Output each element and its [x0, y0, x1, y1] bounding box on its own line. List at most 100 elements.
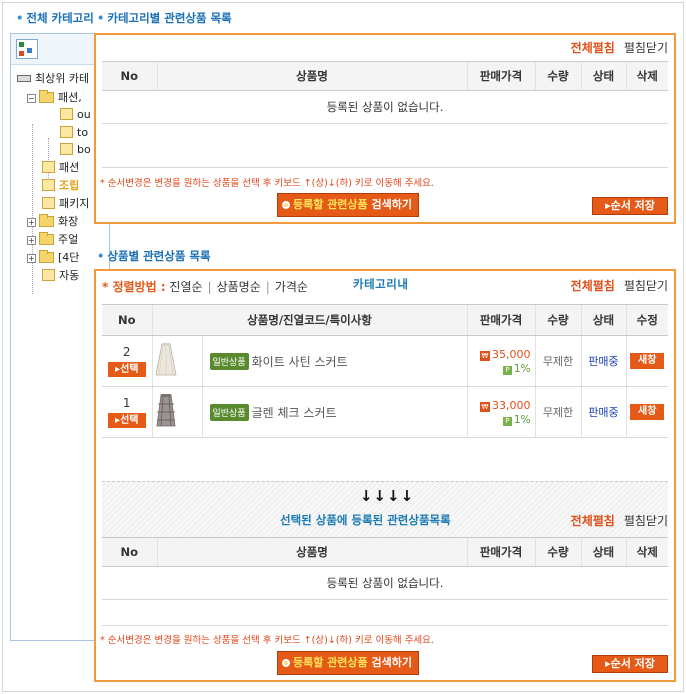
- sort-display-order[interactable]: 진열순: [169, 280, 202, 294]
- close-all-link[interactable]: 펼침닫기: [624, 41, 668, 55]
- tree-item-fashion[interactable]: − 패션,: [27, 89, 82, 107]
- point-rate: P 1%: [469, 414, 531, 426]
- product-thumbnail[interactable]: [151, 386, 202, 438]
- page-icon: [42, 197, 55, 209]
- folder-open-icon: [39, 90, 54, 103]
- won-icon: ₩: [480, 401, 490, 412]
- table-row[interactable]: 1 ▸선택 일반상품 글렌 체크 스커트 ₩33,000 P 1% 무제한 판매중 새창: [102, 386, 668, 438]
- tree-item-assembly[interactable]: 조립: [42, 177, 79, 195]
- close-all-link[interactable]: 펼침닫기: [624, 279, 668, 293]
- col-qty: 수량: [534, 304, 581, 336]
- registered-related-table: No 상품명 판매가격 수량 상태 삭제 등록된 상품이 없습니다.: [102, 537, 668, 600]
- col-no: No: [102, 61, 157, 91]
- expand-icon[interactable]: +: [27, 236, 36, 245]
- tree-root-icon[interactable]: [16, 39, 38, 59]
- category-related-panel: 전체펼침 펼침닫기 No 상품명 판매가격 수량 상태 삭제 등록된 상품이 없습…: [94, 33, 676, 224]
- close-all-link[interactable]: 펼침닫기: [624, 514, 668, 528]
- col-delete: 삭제: [625, 61, 668, 91]
- open-all-link[interactable]: 전체펼침: [571, 279, 615, 293]
- down-arrows-icon: ↓↓↓↓: [359, 487, 415, 505]
- all-category-title[interactable]: • 전체 카테고리: [16, 10, 94, 26]
- tree-item-top[interactable]: to: [60, 124, 88, 142]
- magnifier-icon: [282, 201, 290, 209]
- folder-icon: [39, 214, 54, 227]
- select-button[interactable]: ▸선택: [107, 362, 146, 377]
- folder-icon: [39, 232, 54, 245]
- won-icon: ₩: [480, 350, 490, 361]
- point-icon: P: [502, 416, 512, 426]
- tree-item-4depth[interactable]: + [4단: [27, 249, 79, 267]
- empty-message: 등록된 상품이 없습니다.: [102, 90, 668, 124]
- empty-message: 등록된 상품이 없습니다.: [102, 566, 668, 600]
- col-status: 상태: [580, 537, 626, 567]
- col-edit: 수정: [625, 304, 668, 336]
- product-name[interactable]: 글렌 체크 스커트: [252, 406, 337, 420]
- page-icon: [42, 161, 55, 173]
- col-qty: 수량: [534, 61, 581, 91]
- col-name: 상품명: [156, 537, 467, 567]
- sort-name[interactable]: 상품명순: [217, 280, 261, 294]
- tree-item-package[interactable]: 패키지: [42, 195, 89, 213]
- product-thumbnail[interactable]: [151, 335, 202, 387]
- tree-item-fashion2[interactable]: 패션: [42, 159, 79, 177]
- col-name: 상품명: [156, 61, 467, 91]
- save-order-button[interactable]: ▸순서 저장: [592, 197, 668, 215]
- tree-item-outer[interactable]: ou: [60, 106, 91, 124]
- category-related-title: • 카테고리별 관련상품 목록: [97, 11, 232, 25]
- col-price: 판매가격: [466, 537, 535, 567]
- category-in-label[interactable]: 카테고리내: [353, 276, 408, 292]
- col-no: No: [102, 304, 152, 336]
- col-price: 판매가격: [466, 61, 535, 91]
- save-order-button[interactable]: ▸순서 저장: [592, 655, 668, 673]
- page-icon: [60, 143, 73, 155]
- status: 판매중: [580, 386, 626, 438]
- col-delete: 삭제: [625, 537, 668, 567]
- open-all-link[interactable]: 전체펼침: [571, 514, 615, 528]
- order-notice: * 순서변경은 변경을 원하는 상품을 선택 후 키보드 ↑(상)↓(하) 키로…: [100, 178, 434, 189]
- product-table: No 상품명/진열코드/특이사항 판매가격 수량 상태 수정 2 ▸선택 일반상품…: [102, 304, 668, 438]
- expand-icon[interactable]: +: [27, 254, 36, 263]
- product-name[interactable]: 화이트 사틴 스커트: [252, 355, 348, 369]
- product-type-badge: 일반상품: [209, 403, 249, 421]
- edit-new-window-button[interactable]: 새창: [630, 404, 665, 420]
- price: ₩33,000: [480, 398, 531, 412]
- registered-related-title: 선택된 상품에 등록된 관련상품목록: [280, 513, 451, 527]
- open-all-link[interactable]: 전체펼침: [571, 41, 615, 55]
- magnifier-icon: [282, 659, 290, 667]
- drive-icon: [17, 75, 31, 82]
- skirt-image: [155, 342, 176, 375]
- tree-item-jewelry[interactable]: + 주얼: [27, 231, 78, 249]
- folder-icon: [39, 250, 54, 263]
- price: ₩35,000: [480, 347, 531, 361]
- category-related-table: No 상품명 판매가격 수량 상태 삭제 등록된 상품이 없습니다.: [102, 61, 668, 124]
- col-qty: 수량: [534, 537, 581, 567]
- point-icon: P: [502, 365, 512, 375]
- point-rate: P 1%: [469, 363, 531, 375]
- product-type-badge: 일반상품: [209, 352, 249, 370]
- edit-new-window-button[interactable]: 새창: [630, 353, 665, 369]
- page-icon: [60, 108, 73, 120]
- search-related-button[interactable]: 등록할 관련상품 검색하기: [277, 193, 419, 217]
- skirt-image: [156, 393, 175, 426]
- tree-item-bottom[interactable]: bo: [60, 141, 91, 159]
- quantity: 무제한: [534, 386, 581, 438]
- col-name: 상품명/진열코드/특이사항: [151, 304, 467, 336]
- page-icon: [42, 269, 55, 281]
- col-price: 판매가격: [466, 304, 535, 336]
- col-status: 상태: [580, 304, 626, 336]
- expand-icon[interactable]: +: [27, 218, 36, 227]
- order-notice: * 순서변경은 변경을 원하는 상품을 선택 후 키보드 ↑(상)↓(하) 키로…: [100, 635, 434, 646]
- collapse-icon[interactable]: −: [27, 94, 36, 103]
- tree-item-auto[interactable]: 자동: [42, 267, 79, 285]
- select-button[interactable]: ▸선택: [107, 413, 146, 428]
- quantity: 무제한: [534, 335, 581, 387]
- tree-item-root[interactable]: 최상위 카테: [17, 70, 89, 88]
- search-related-button[interactable]: 등록할 관련상품 검색하기: [277, 651, 419, 675]
- table-row[interactable]: 2 ▸선택 일반상품 화이트 사틴 스커트 ₩35,000 P 1% 무제한 판매중 새…: [102, 335, 668, 387]
- sort-label: * 정렬방법 :: [102, 280, 166, 294]
- col-no: No: [102, 537, 157, 567]
- sort-price[interactable]: 가격순: [275, 280, 308, 294]
- tree-item-cosmetics[interactable]: + 화장: [27, 213, 78, 231]
- product-related-panel: * 정렬방법 : 진열순 | 상품명순 | 가격순 카테고리내 전체펼침 펼침닫기 No …: [94, 269, 676, 682]
- status: 판매중: [580, 335, 626, 387]
